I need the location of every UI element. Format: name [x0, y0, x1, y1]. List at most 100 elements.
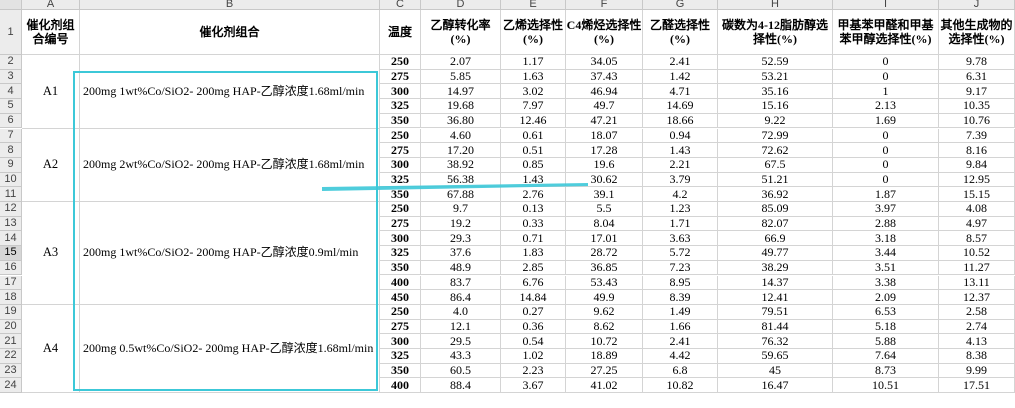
header-cell-B[interactable]: 催化剂组合 [80, 10, 380, 55]
cell-F4[interactable]: 46.94 [566, 84, 643, 100]
row-header-7[interactable]: 7 [0, 128, 22, 144]
cell-F22[interactable]: 18.89 [566, 349, 643, 364]
row-header-1[interactable]: 1 [0, 10, 22, 55]
row-header-6[interactable]: 6 [0, 113, 22, 129]
cell-D3[interactable]: 5.85 [421, 69, 501, 85]
group-id-cell[interactable]: A1 [22, 55, 80, 129]
cell-G18[interactable]: 8.39 [643, 290, 718, 305]
cell-F7[interactable]: 18.07 [566, 128, 643, 144]
cell-I22[interactable]: 7.64 [833, 349, 939, 364]
select-all-corner[interactable] [0, 0, 22, 10]
cell-G3[interactable]: 1.42 [643, 69, 718, 85]
row-header-9[interactable]: 9 [0, 157, 22, 173]
cell-H14[interactable]: 66.9 [718, 231, 833, 247]
cell-E18[interactable]: 14.84 [501, 290, 566, 305]
cell-I21[interactable]: 5.88 [833, 334, 939, 349]
cell-D12[interactable]: 9.7 [421, 202, 501, 217]
cell-J10[interactable]: 12.95 [939, 172, 1015, 188]
cell-E4[interactable]: 3.02 [501, 84, 566, 100]
column-header-E[interactable]: E [501, 0, 566, 10]
row-header-22[interactable]: 22 [0, 349, 22, 364]
cell-F8[interactable]: 17.28 [566, 143, 643, 158]
catalyst-description-cell[interactable]: 200mg 2wt%Co/SiO2- 200mg HAP-乙醇浓度1.68ml/… [80, 128, 380, 202]
cell-J6[interactable]: 10.76 [939, 113, 1015, 129]
cell-G8[interactable]: 1.43 [643, 143, 718, 158]
cell-G21[interactable]: 2.41 [643, 334, 718, 349]
column-header-H[interactable]: H [718, 0, 833, 10]
cell-J21[interactable]: 4.13 [939, 334, 1015, 349]
cell-E15[interactable]: 1.83 [501, 246, 566, 261]
cell-H11[interactable]: 36.92 [718, 187, 833, 202]
cell-J19[interactable]: 2.58 [939, 304, 1015, 320]
cell-C17[interactable]: 400 [380, 275, 421, 291]
cell-F17[interactable]: 53.43 [566, 275, 643, 291]
cell-H20[interactable]: 81.44 [718, 319, 833, 335]
cell-E10[interactable]: 1.43 [501, 172, 566, 188]
cell-G2[interactable]: 2.41 [643, 55, 718, 70]
cell-F9[interactable]: 19.6 [566, 157, 643, 173]
header-cell-H[interactable]: 碳数为4-12脂肪醇选择性(%) [718, 10, 833, 55]
cell-D15[interactable]: 37.6 [421, 246, 501, 261]
cell-I15[interactable]: 3.44 [833, 246, 939, 261]
cell-D17[interactable]: 83.7 [421, 275, 501, 291]
cell-I3[interactable]: 0 [833, 69, 939, 85]
column-header-A[interactable]: A [22, 0, 80, 10]
cell-I24[interactable]: 10.51 [833, 378, 939, 394]
header-cell-J[interactable]: 其他生成物的选择性(%) [939, 10, 1015, 55]
cell-C11[interactable]: 350 [380, 187, 421, 202]
cell-G19[interactable]: 1.49 [643, 304, 718, 320]
cell-C21[interactable]: 300 [380, 334, 421, 349]
cell-F24[interactable]: 41.02 [566, 378, 643, 394]
cell-G7[interactable]: 0.94 [643, 128, 718, 144]
cell-H18[interactable]: 12.41 [718, 290, 833, 305]
cell-F2[interactable]: 34.05 [566, 55, 643, 70]
cell-H10[interactable]: 51.21 [718, 172, 833, 188]
cell-H8[interactable]: 72.62 [718, 143, 833, 158]
cell-E9[interactable]: 0.85 [501, 157, 566, 173]
cell-J13[interactable]: 4.97 [939, 216, 1015, 232]
cell-E12[interactable]: 0.13 [501, 202, 566, 217]
cell-I20[interactable]: 5.18 [833, 319, 939, 335]
cell-F19[interactable]: 9.62 [566, 304, 643, 320]
column-header-I[interactable]: I [833, 0, 939, 10]
cell-F5[interactable]: 49.7 [566, 99, 643, 114]
cell-F13[interactable]: 8.04 [566, 216, 643, 232]
cell-D18[interactable]: 86.4 [421, 290, 501, 305]
header-cell-D[interactable]: 乙醇转化率(%) [421, 10, 501, 55]
cell-C5[interactable]: 325 [380, 99, 421, 114]
group-id-cell[interactable]: A3 [22, 202, 80, 305]
row-header-4[interactable]: 4 [0, 84, 22, 100]
row-header-3[interactable]: 3 [0, 69, 22, 85]
cell-G22[interactable]: 4.42 [643, 349, 718, 364]
cell-C22[interactable]: 325 [380, 349, 421, 364]
cell-E13[interactable]: 0.33 [501, 216, 566, 232]
cell-G5[interactable]: 14.69 [643, 99, 718, 114]
cell-J22[interactable]: 8.38 [939, 349, 1015, 364]
cell-F10[interactable]: 30.62 [566, 172, 643, 188]
cell-J12[interactable]: 4.08 [939, 202, 1015, 217]
cell-C3[interactable]: 275 [380, 69, 421, 85]
cell-I7[interactable]: 0 [833, 128, 939, 144]
cell-H23[interactable]: 45 [718, 363, 833, 379]
row-header-23[interactable]: 23 [0, 363, 22, 379]
cell-J18[interactable]: 12.37 [939, 290, 1015, 305]
cell-D13[interactable]: 19.2 [421, 216, 501, 232]
row-header-8[interactable]: 8 [0, 143, 22, 158]
cell-H19[interactable]: 79.51 [718, 304, 833, 320]
cell-F12[interactable]: 5.5 [566, 202, 643, 217]
cell-C16[interactable]: 350 [380, 260, 421, 276]
row-header-14[interactable]: 14 [0, 231, 22, 247]
cell-E21[interactable]: 0.54 [501, 334, 566, 349]
cell-I14[interactable]: 3.18 [833, 231, 939, 247]
cell-F15[interactable]: 28.72 [566, 246, 643, 261]
cell-I10[interactable]: 0 [833, 172, 939, 188]
row-header-10[interactable]: 10 [0, 172, 22, 188]
cell-E22[interactable]: 1.02 [501, 349, 566, 364]
cell-D22[interactable]: 43.3 [421, 349, 501, 364]
cell-C8[interactable]: 275 [380, 143, 421, 158]
header-cell-I[interactable]: 甲基苯甲醛和甲基苯甲醇选择性(%) [833, 10, 939, 55]
cell-E23[interactable]: 2.23 [501, 363, 566, 379]
cell-D7[interactable]: 4.60 [421, 128, 501, 144]
cell-F14[interactable]: 17.01 [566, 231, 643, 247]
cell-F23[interactable]: 27.25 [566, 363, 643, 379]
